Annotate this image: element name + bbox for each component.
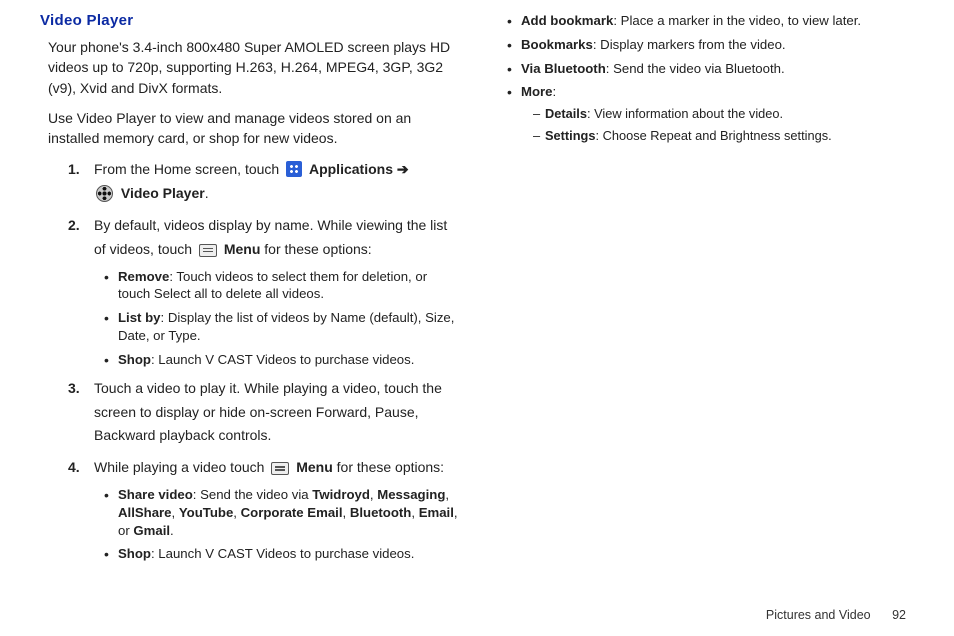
intro-paragraph-1: Your phone's 3.4-inch 800x480 Super AMOL… bbox=[48, 37, 459, 98]
colon: : bbox=[553, 84, 557, 99]
dot: . bbox=[170, 523, 174, 538]
menu-icon bbox=[199, 244, 217, 257]
more-sublist: Details: View information about the vide… bbox=[521, 105, 914, 145]
period: . bbox=[205, 185, 209, 201]
steps-list: From the Home screen, touch Applications… bbox=[40, 158, 459, 563]
video-player-label: Video Player bbox=[121, 185, 205, 201]
desc: : Display the list of videos by Name (de… bbox=[118, 310, 454, 343]
app: Corporate Email bbox=[241, 505, 343, 520]
term: More bbox=[521, 84, 553, 99]
term: List by bbox=[118, 310, 161, 325]
step-4: While playing a video touch Menu for the… bbox=[68, 456, 459, 563]
txt: : Send the video via bbox=[193, 487, 313, 502]
option-shop-2: Shop: Launch V CAST Videos to purchase v… bbox=[104, 545, 459, 563]
option-remove: Remove: Touch videos to select them for … bbox=[104, 268, 459, 304]
desc: : View information about the video. bbox=[587, 106, 783, 121]
app: AllShare bbox=[118, 505, 172, 520]
section-heading: Video Player bbox=[40, 12, 459, 29]
term: Bookmarks bbox=[521, 37, 593, 52]
menu-icon bbox=[271, 462, 289, 475]
term: Shop bbox=[118, 352, 151, 367]
step-4-options: Share video: Send the video via Twidroyd… bbox=[94, 486, 459, 563]
app: YouTube bbox=[179, 505, 233, 520]
sep: , bbox=[445, 487, 449, 502]
page-footer: Pictures and Video 92 bbox=[766, 608, 906, 622]
step-4-lead-a: While playing a video touch bbox=[94, 459, 268, 475]
step-4-lead-b: for these options: bbox=[337, 459, 444, 475]
term: Via Bluetooth bbox=[521, 61, 606, 76]
term: Share video bbox=[118, 487, 193, 502]
desc: : Place a marker in the video, to view l… bbox=[613, 13, 861, 28]
sep: , bbox=[233, 505, 240, 520]
step-1-text-a: From the Home screen, touch bbox=[94, 161, 283, 177]
term: Shop bbox=[118, 546, 151, 561]
option-list-by: List by: Display the list of videos by N… bbox=[104, 309, 459, 345]
step-2-options: Remove: Touch videos to select them for … bbox=[94, 268, 459, 369]
manual-page: Video Player Your phone's 3.4-inch 800x4… bbox=[0, 0, 954, 571]
intro-paragraph-2: Use Video Player to view and manage vide… bbox=[48, 108, 459, 149]
applications-icon bbox=[286, 161, 302, 177]
step-3: Touch a video to play it. While playing … bbox=[68, 377, 459, 448]
menu-label: Menu bbox=[296, 459, 333, 475]
option-more: More: Details: View information about th… bbox=[507, 83, 914, 145]
desc: : Display markers from the video. bbox=[593, 37, 786, 52]
option-shop: Shop: Launch V CAST Videos to purchase v… bbox=[104, 351, 459, 369]
applications-label: Applications bbox=[309, 161, 393, 177]
app: Messaging bbox=[377, 487, 445, 502]
desc: : Launch V CAST Videos to purchase video… bbox=[151, 352, 414, 367]
left-column: Video Player Your phone's 3.4-inch 800x4… bbox=[40, 10, 477, 571]
sub-settings: Settings: Choose Repeat and Brightness s… bbox=[533, 127, 914, 145]
app: Email bbox=[419, 505, 454, 520]
step-2-lead-b: for these options: bbox=[264, 241, 371, 257]
desc: : Choose Repeat and Brightness settings. bbox=[595, 128, 831, 143]
arrow-icon: ➔ bbox=[393, 161, 409, 177]
term: Details bbox=[545, 106, 587, 121]
step-1: From the Home screen, touch Applications… bbox=[68, 158, 459, 206]
sub-details: Details: View information about the vide… bbox=[533, 105, 914, 123]
video-player-icon bbox=[96, 185, 113, 202]
option-add-bookmark: Add bookmark: Place a marker in the vide… bbox=[507, 12, 914, 30]
option-via-bluetooth: Via Bluetooth: Send the video via Blueto… bbox=[507, 60, 914, 78]
app: Bluetooth bbox=[350, 505, 412, 520]
option-share-video: Share video: Send the video via Twidroyd… bbox=[104, 486, 459, 539]
option-bookmarks: Bookmarks: Display markers from the vide… bbox=[507, 36, 914, 54]
app: Twidroyd bbox=[312, 487, 370, 502]
term: Remove bbox=[118, 269, 169, 284]
sep: , bbox=[343, 505, 350, 520]
right-bullets: Add bookmark: Place a marker in the vide… bbox=[507, 12, 914, 145]
page-number: 92 bbox=[892, 608, 906, 622]
term: Add bookmark bbox=[521, 13, 613, 28]
sep: , bbox=[172, 505, 179, 520]
right-column: Add bookmark: Place a marker in the vide… bbox=[477, 10, 914, 571]
footer-section: Pictures and Video bbox=[766, 608, 871, 622]
step-2: By default, videos display by name. Whil… bbox=[68, 214, 459, 369]
desc: : Send the video via Bluetooth. bbox=[606, 61, 785, 76]
sep: , bbox=[411, 505, 418, 520]
term: Settings bbox=[545, 128, 595, 143]
menu-label: Menu bbox=[224, 241, 261, 257]
desc: : Launch V CAST Videos to purchase video… bbox=[151, 546, 414, 561]
app: Gmail bbox=[133, 523, 170, 538]
